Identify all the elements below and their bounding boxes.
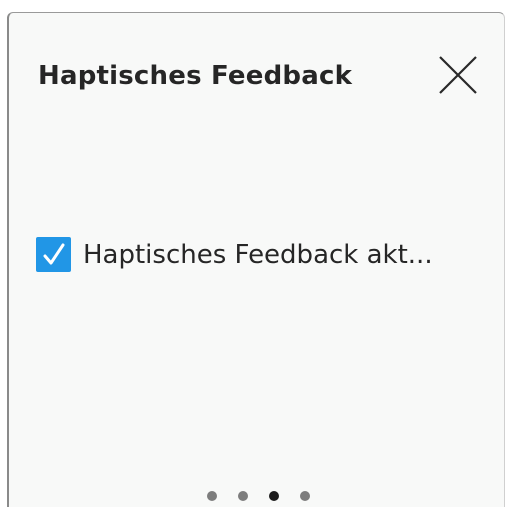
haptic-feedback-checkbox[interactable] xyxy=(36,237,71,272)
haptic-feedback-option[interactable]: Haptisches Feedback akt... xyxy=(36,237,433,272)
settings-dialog: Haptisches Feedback Haptisches Feedback … xyxy=(7,12,505,507)
page-dot-1[interactable] xyxy=(207,491,217,501)
checkmark-icon xyxy=(43,243,64,264)
page-indicator xyxy=(207,491,310,501)
close-icon xyxy=(439,56,477,94)
close-button[interactable] xyxy=(436,53,480,97)
haptic-feedback-label: Haptisches Feedback akt... xyxy=(83,239,433,270)
page-dot-3-active[interactable] xyxy=(269,491,279,501)
page-dot-4[interactable] xyxy=(300,491,310,501)
page-dot-2[interactable] xyxy=(238,491,248,501)
dialog-title: Haptisches Feedback xyxy=(38,61,353,91)
